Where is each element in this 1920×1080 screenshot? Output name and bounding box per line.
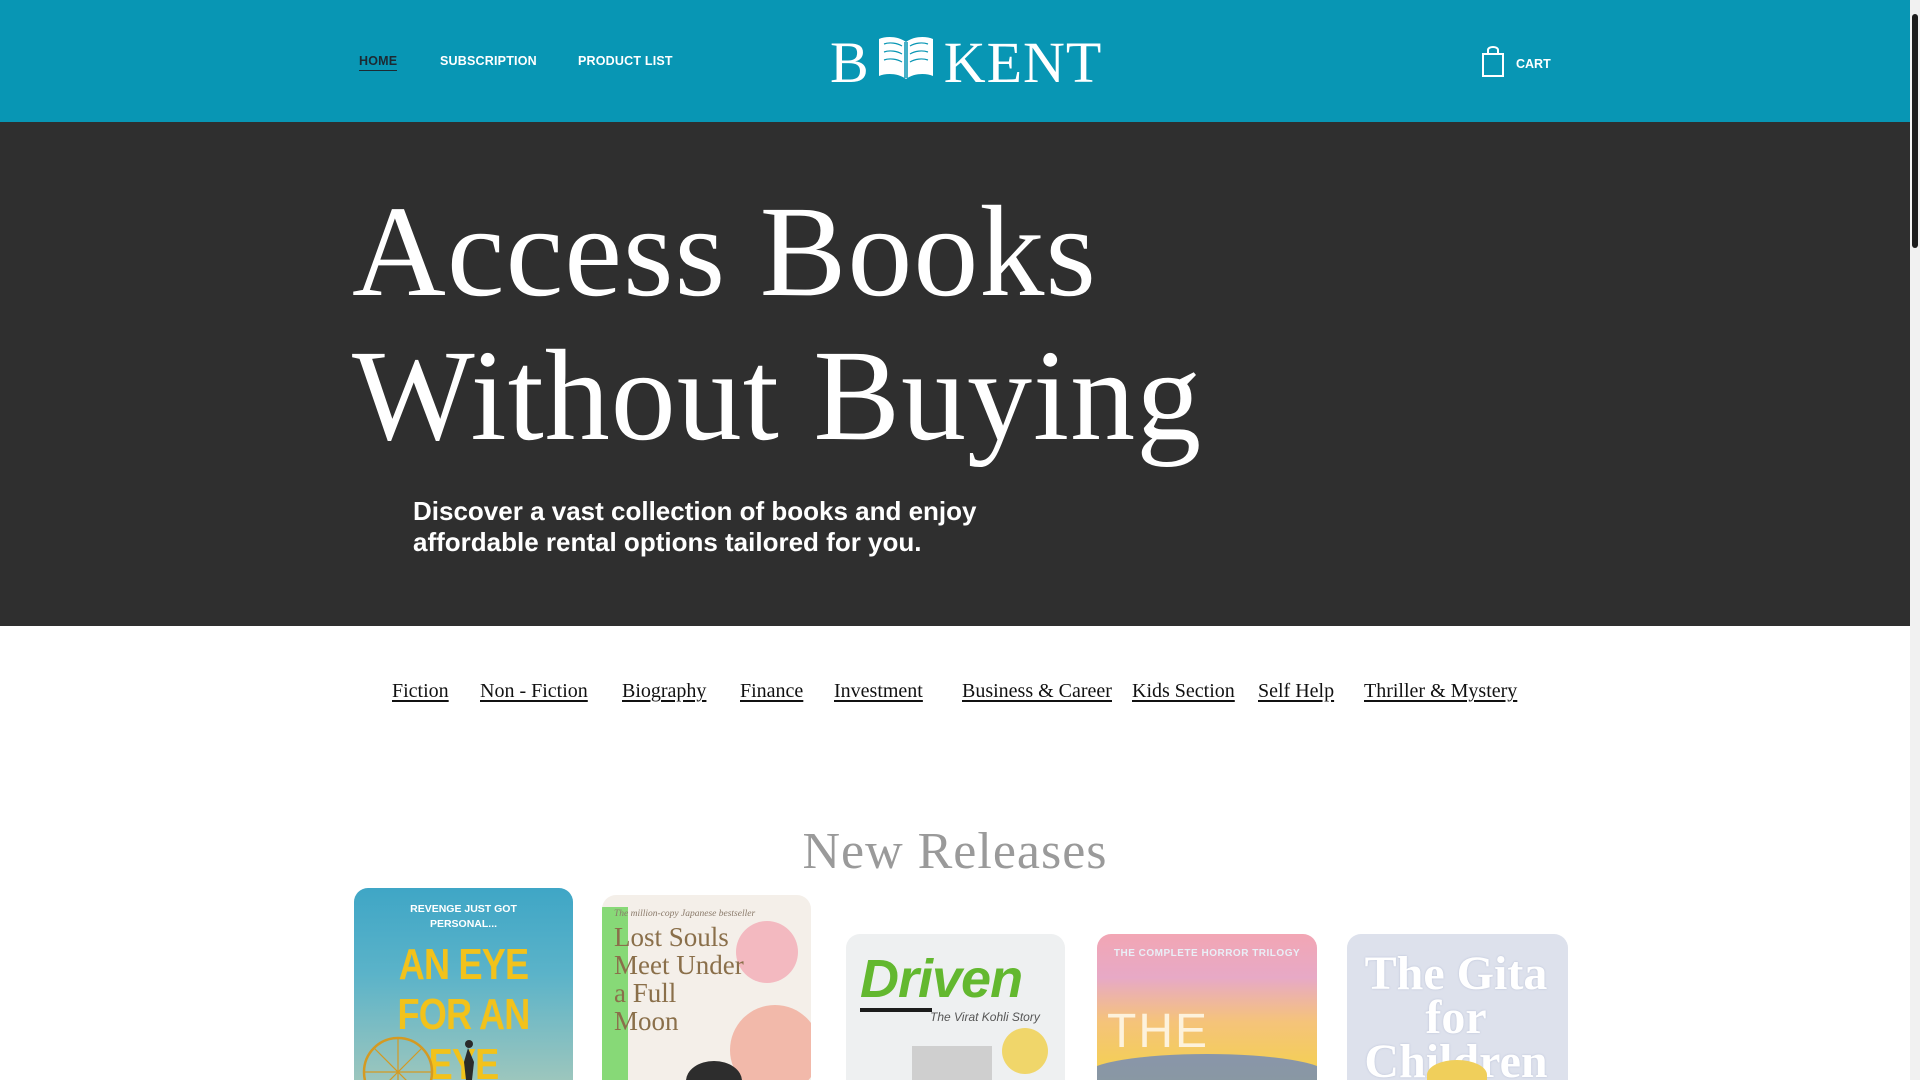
book-card-the-gita-for-children[interactable]: The Gita for Children [1347, 934, 1568, 1080]
ferris-wheel-illustration [362, 1036, 474, 1080]
nav-subscription-link[interactable]: SUBSCRIPTION [440, 54, 537, 68]
category-non-fiction-link[interactable]: Non - Fiction [480, 680, 588, 703]
book-tagline: REVENGE JUST GOT PERSONAL... [410, 903, 517, 930]
site-header: HOME SUBSCRIPTION PRODUCT LIST B KENT CA… [0, 0, 1910, 122]
book-title: THE [1107, 1005, 1209, 1058]
logo-text-right: KENT [943, 29, 1103, 95]
book-title: Lost Souls Meet Under a Full Moon [614, 922, 744, 1036]
book-subtitle: The Virat Kohli Story [930, 1010, 1040, 1024]
book-title: Driven [860, 949, 1023, 1009]
category-kids-section-link[interactable]: Kids Section [1132, 680, 1235, 703]
logo-text-left: B [830, 29, 870, 95]
category-investment-link[interactable]: Investment [834, 680, 923, 703]
hero-title-line-1: Access Books [352, 180, 1097, 324]
cart-button[interactable]: CART [1480, 44, 1551, 83]
book-tagline: THE COMPLETE HORROR TRILOGY [1113, 948, 1301, 959]
category-finance-link[interactable]: Finance [740, 680, 803, 703]
hero-subtitle: Discover a vast collection of books and … [413, 496, 977, 557]
book-card-an-eye-for-an-eye[interactable]: REVENGE JUST GOT PERSONAL... AN EYE FOR … [354, 888, 573, 1080]
nav-home-link[interactable]: HOME [359, 54, 398, 71]
category-nav: Fiction Non - Fiction Biography Finance … [0, 680, 1910, 710]
category-business-career-link[interactable]: Business & Career [962, 680, 1112, 703]
site-logo[interactable]: B KENT [830, 29, 1103, 96]
cart-label: CART [1516, 56, 1551, 71]
open-book-icon [876, 29, 936, 96]
hero-banner: Access Books Without Buying Discover a v… [0, 122, 1910, 626]
category-self-help-link[interactable]: Self Help [1258, 680, 1334, 703]
hero-title-line-2: Without Buying [352, 324, 1203, 468]
scrollbar-thumb[interactable] [1912, 14, 1918, 248]
category-thriller-mystery-link[interactable]: Thriller & Mystery [1364, 680, 1517, 703]
moon-illustration [736, 921, 798, 983]
book-tagline: The million-copy Japanese bestseller [614, 909, 756, 919]
book-card-driven[interactable]: Driven The Virat Kohli Story [846, 934, 1065, 1080]
category-biography-link[interactable]: Biography [622, 680, 706, 703]
book-card-the-complete[interactable]: THE COMPLETE HORROR TRILOGY THE [1097, 934, 1317, 1080]
new-releases-title: New Releases [802, 823, 1108, 880]
category-fiction-link[interactable]: Fiction [392, 680, 449, 703]
nav-product-list-link[interactable]: PRODUCT LIST [578, 54, 673, 68]
shopping-bag-icon [1480, 44, 1506, 83]
hero-title: Access Books Without Buying [352, 180, 1202, 468]
book-card-lost-souls[interactable]: The million-copy Japanese bestseller Los… [602, 895, 811, 1080]
